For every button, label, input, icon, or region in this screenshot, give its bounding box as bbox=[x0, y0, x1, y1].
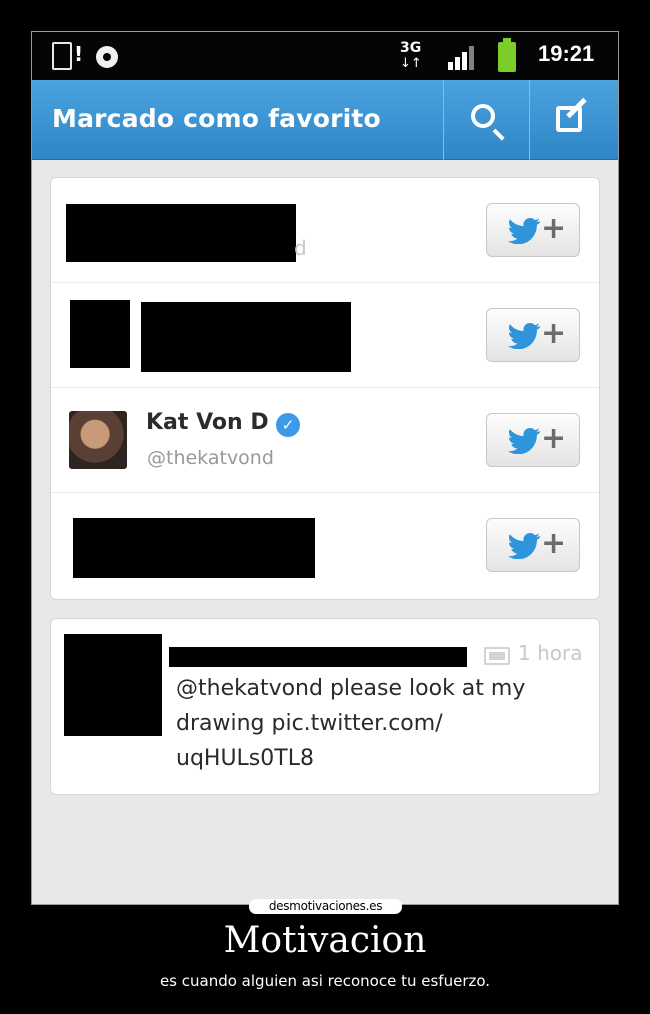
sim-alert-icon bbox=[52, 42, 83, 70]
media-icon bbox=[484, 647, 510, 665]
follow-button[interactable]: + bbox=[486, 308, 580, 362]
twitter-bird-icon bbox=[508, 533, 540, 559]
poster-subtitle: es cuando alguien asi reconoce tu esfuer… bbox=[159, 972, 491, 990]
redacted-author bbox=[169, 647, 467, 667]
user-row[interactable]: Kat Von D ✓ @thekatvond + bbox=[51, 388, 599, 493]
sync-icon bbox=[96, 46, 118, 68]
follow-plus: + bbox=[541, 421, 567, 456]
redacted-avatar bbox=[64, 634, 162, 736]
poster-title: Motivacion bbox=[223, 920, 427, 961]
follow-plus: + bbox=[541, 316, 567, 351]
redacted-block bbox=[66, 204, 296, 262]
search-icon bbox=[471, 104, 495, 128]
follow-plus: + bbox=[541, 211, 567, 246]
avatar[interactable] bbox=[69, 411, 127, 469]
tweet-text[interactable]: @thekatvond please look at my drawing pi… bbox=[176, 671, 576, 776]
twitter-bird-icon bbox=[508, 218, 540, 244]
follow-button[interactable]: + bbox=[486, 518, 580, 572]
battery-icon bbox=[498, 38, 516, 72]
clock: 19:21 bbox=[538, 41, 595, 66]
user-row[interactable]: d + bbox=[51, 178, 599, 283]
twitter-bird-icon bbox=[508, 428, 540, 454]
follow-plus: + bbox=[541, 526, 567, 561]
user-name: Kat Von D bbox=[146, 410, 269, 435]
user-handle: @thekatvond bbox=[147, 447, 274, 469]
verified-icon: ✓ bbox=[276, 413, 300, 437]
page-title: Marcado como favorito bbox=[52, 104, 381, 133]
network-activity-icon: ↓↑ bbox=[400, 56, 422, 71]
compose-icon bbox=[556, 106, 582, 132]
user-row[interactable]: + bbox=[51, 283, 599, 388]
follow-button[interactable]: + bbox=[486, 413, 580, 467]
tweet-time: 1 hora bbox=[518, 641, 583, 665]
residual-text: d bbox=[294, 236, 307, 260]
user-list: d + + Kat Von D ✓ @thekatvond + + bbox=[50, 177, 600, 600]
redacted-avatar bbox=[70, 300, 130, 368]
network-type: 3G bbox=[400, 40, 422, 56]
redacted-block bbox=[141, 302, 351, 372]
user-row[interactable]: + bbox=[51, 493, 599, 598]
signal-icon bbox=[448, 46, 476, 70]
follow-button[interactable]: + bbox=[486, 203, 580, 257]
status-bar: 3G ↓↑ 19:21 bbox=[32, 32, 618, 80]
compose-button[interactable] bbox=[530, 80, 616, 160]
tweet-card[interactable]: 1 hora @thekatvond please look at my dra… bbox=[50, 618, 600, 795]
watermark: desmotivaciones.es bbox=[249, 899, 402, 914]
action-bar: Marcado como favorito bbox=[32, 80, 618, 160]
phone-screen: 3G ↓↑ 19:21 Marcado como favorito d + bbox=[31, 31, 619, 905]
redacted-block bbox=[73, 518, 315, 578]
search-button[interactable] bbox=[444, 80, 530, 160]
twitter-bird-icon bbox=[508, 323, 540, 349]
